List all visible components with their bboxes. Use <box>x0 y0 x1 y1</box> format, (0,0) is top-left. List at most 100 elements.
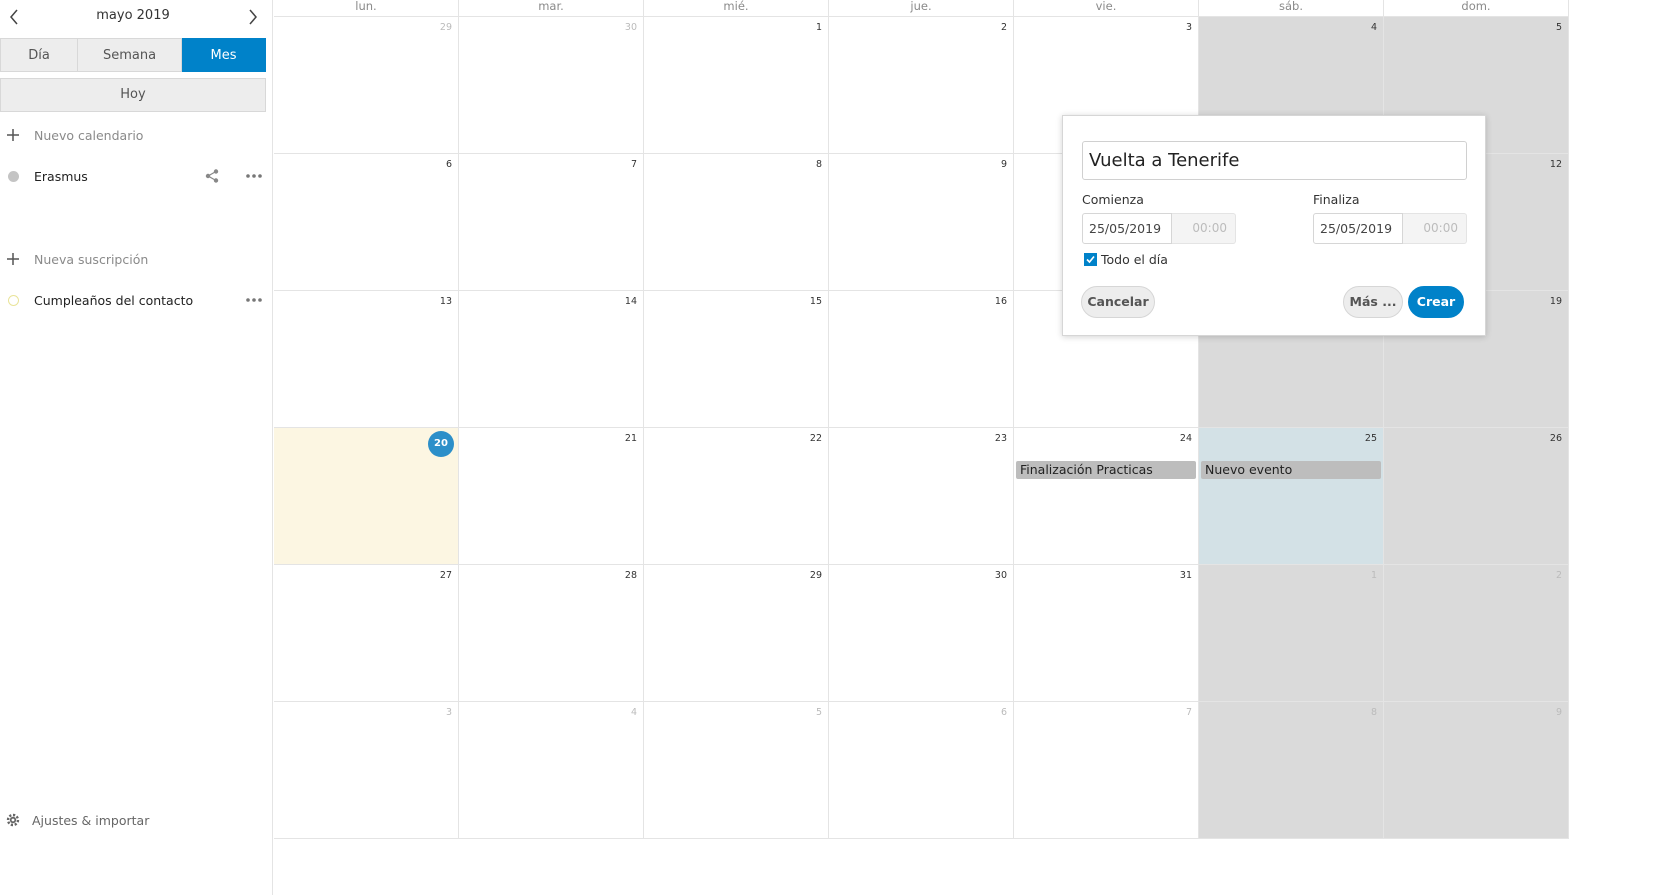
view-month-button[interactable]: Mes <box>182 38 266 72</box>
day-cell[interactable]: 25 Nuevo evento <box>1199 428 1384 565</box>
day-cell[interactable]: 24 Finalización Practicas <box>1014 428 1199 565</box>
day-number[interactable]: 22 <box>810 433 822 444</box>
day-number[interactable]: 8 <box>1371 707 1377 718</box>
day-number[interactable]: 2 <box>1556 570 1562 581</box>
day-number[interactable]: 5 <box>816 707 822 718</box>
calendar-event[interactable]: Nuevo evento <box>1201 461 1381 479</box>
day-cell[interactable]: 13 <box>274 291 459 428</box>
day-number[interactable]: 16 <box>995 296 1007 307</box>
current-month-label[interactable]: mayo 2019 <box>0 8 266 23</box>
day-number[interactable]: 6 <box>446 159 452 170</box>
day-cell[interactable]: 8 <box>644 154 829 291</box>
day-number[interactable]: 15 <box>810 296 822 307</box>
day-number[interactable]: 21 <box>625 433 637 444</box>
day-number[interactable]: 9 <box>1556 707 1562 718</box>
cancel-button[interactable]: Cancelar <box>1081 286 1155 318</box>
checkbox-checked-icon[interactable] <box>1084 253 1097 266</box>
view-week-button[interactable]: Semana <box>78 38 182 72</box>
day-cell[interactable]: 30 <box>829 565 1014 702</box>
day-cell[interactable]: 16 <box>829 291 1014 428</box>
day-number[interactable]: 3 <box>446 707 452 718</box>
day-cell[interactable]: 29 <box>644 565 829 702</box>
day-cell[interactable]: 1 <box>644 17 829 154</box>
today-button[interactable]: Hoy <box>0 78 266 112</box>
day-cell[interactable]: 4 <box>459 702 644 839</box>
end-date-input[interactable]: 25/05/2019 <box>1313 213 1403 244</box>
day-cell[interactable]: 9 <box>1384 702 1569 839</box>
day-cell[interactable]: 7 <box>459 154 644 291</box>
day-number[interactable]: 2 <box>1001 22 1007 33</box>
all-day-checkbox[interactable]: Todo el día <box>1084 252 1168 267</box>
day-number[interactable]: 31 <box>1180 570 1192 581</box>
day-cell[interactable]: 30 <box>459 17 644 154</box>
day-number[interactable]: 7 <box>1186 707 1192 718</box>
day-cell[interactable]: 31 <box>1014 565 1199 702</box>
day-cell[interactable]: 7 <box>1014 702 1199 839</box>
day-cell[interactable]: 22 <box>644 428 829 565</box>
subscription-color-dot[interactable] <box>8 294 19 306</box>
day-cell[interactable]: 1 <box>1199 565 1384 702</box>
more-options-icon[interactable] <box>245 173 263 179</box>
day-cell[interactable]: 2 <box>1384 565 1569 702</box>
day-cell[interactable]: 5 <box>644 702 829 839</box>
calendar-item-erasmus[interactable]: Erasmus <box>0 161 266 191</box>
day-number[interactable]: 5 <box>1556 22 1562 33</box>
day-cell[interactable]: 29 <box>274 17 459 154</box>
day-cell[interactable]: 2 <box>829 17 1014 154</box>
day-cell[interactable]: 14 <box>459 291 644 428</box>
day-number[interactable]: 25 <box>1365 433 1377 444</box>
settings-import-button[interactable]: Ajustes & importar <box>0 806 266 834</box>
day-number[interactable]: 3 <box>1186 22 1192 33</box>
day-cell[interactable]: 6 <box>274 154 459 291</box>
day-number[interactable]: 27 <box>440 570 452 581</box>
calendar-name: Erasmus <box>34 168 88 184</box>
create-button[interactable]: Crear <box>1408 286 1464 318</box>
day-number[interactable]: 24 <box>1180 433 1192 444</box>
day-cell[interactable]: 26 <box>1384 428 1569 565</box>
day-number[interactable]: 8 <box>816 159 822 170</box>
next-month-button[interactable] <box>243 6 263 28</box>
day-number[interactable]: 9 <box>1001 159 1007 170</box>
calendar-color-dot[interactable] <box>8 170 19 182</box>
share-icon[interactable] <box>204 168 220 184</box>
day-number[interactable]: 30 <box>995 570 1007 581</box>
day-number[interactable]: 7 <box>631 159 637 170</box>
new-calendar-button[interactable]: Nuevo calendario <box>0 120 266 150</box>
day-number[interactable]: 14 <box>625 296 637 307</box>
end-time-input[interactable]: 00:00 <box>1403 213 1467 244</box>
day-cell[interactable]: 28 <box>459 565 644 702</box>
day-number[interactable]: 28 <box>625 570 637 581</box>
start-time-input[interactable]: 00:00 <box>1172 213 1236 244</box>
day-number[interactable]: 6 <box>1001 707 1007 718</box>
start-date-input[interactable]: 25/05/2019 <box>1082 213 1172 244</box>
day-cell[interactable]: 21 <box>459 428 644 565</box>
day-number[interactable]: 26 <box>1550 433 1562 444</box>
calendar-event[interactable]: Finalización Practicas <box>1016 461 1196 479</box>
day-number[interactable]: 4 <box>631 707 637 718</box>
new-subscription-button[interactable]: Nueva suscripción <box>0 244 266 274</box>
day-cell[interactable]: 8 <box>1199 702 1384 839</box>
day-number[interactable]: 4 <box>1371 22 1377 33</box>
day-number[interactable]: 29 <box>440 22 452 33</box>
view-day-button[interactable]: Día <box>0 38 78 72</box>
day-number[interactable]: 1 <box>1371 570 1377 581</box>
day-number[interactable]: 19 <box>1550 296 1562 307</box>
today-day-number[interactable]: 20 <box>428 431 454 457</box>
day-cell[interactable]: 27 <box>274 565 459 702</box>
day-cell[interactable]: 23 <box>829 428 1014 565</box>
day-cell[interactable]: 9 <box>829 154 1014 291</box>
more-options-button[interactable]: Más ... <box>1343 286 1403 318</box>
day-cell[interactable]: 6 <box>829 702 1014 839</box>
more-options-icon[interactable] <box>245 297 263 303</box>
day-cell[interactable]: 15 <box>644 291 829 428</box>
event-title-input[interactable] <box>1082 141 1467 180</box>
day-number[interactable]: 30 <box>625 22 637 33</box>
day-number[interactable]: 23 <box>995 433 1007 444</box>
subscription-item-birthdays[interactable]: Cumpleaños del contacto <box>0 285 266 315</box>
day-number[interactable]: 13 <box>440 296 452 307</box>
day-number[interactable]: 12 <box>1550 159 1562 170</box>
day-number[interactable]: 1 <box>816 22 822 33</box>
day-cell[interactable]: 20 <box>274 428 459 565</box>
day-number[interactable]: 29 <box>810 570 822 581</box>
day-cell[interactable]: 3 <box>274 702 459 839</box>
